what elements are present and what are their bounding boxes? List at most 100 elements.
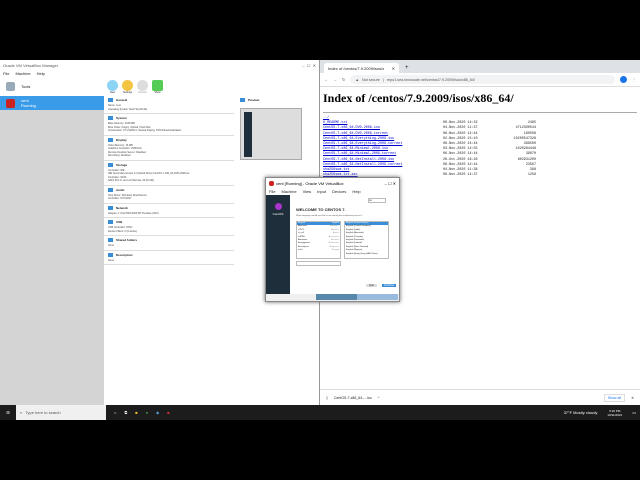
section-icon — [108, 116, 113, 120]
vm-taskbar-icon[interactable]: ■ — [167, 410, 169, 415]
menu-machine[interactable]: Machine — [15, 71, 30, 76]
section-icon — [108, 205, 113, 210]
not-secure-label[interactable]: Not secure — [362, 78, 380, 82]
section-title[interactable]: System — [108, 116, 230, 120]
vm-menu-item[interactable]: Help — [352, 189, 360, 194]
section-title[interactable]: Network — [108, 205, 230, 210]
menu-icon[interactable]: ⋮ — [632, 77, 636, 82]
back-icon[interactable]: ← — [324, 77, 328, 82]
show-all-button[interactable]: Show all — [603, 393, 626, 402]
new-tab-icon[interactable]: + — [405, 65, 409, 71]
vm-menu-item[interactable]: Devices — [332, 189, 346, 194]
title-bar: Oracle VM VirtualBox Manager – ☐ ✕ — [0, 60, 319, 70]
detail-line: None — [108, 258, 114, 262]
details-section: System Base Memory: 2048 MB Boot Order: Fl… — [104, 114, 234, 136]
window-title: Oracle VM VirtualBox Manager — [3, 62, 59, 68]
vm-screen[interactable]: CentOS us WELCOME TO CENTOS 7. What lang… — [266, 195, 399, 294]
section-title[interactable]: Storage — [108, 162, 230, 167]
tools-label: Tools — [21, 84, 31, 89]
locale-list[interactable]: English (United States) English (United K… — [344, 221, 389, 259]
language-question: What language would you like to use duri… — [296, 215, 363, 217]
cortana-icon[interactable]: ○ — [114, 410, 116, 415]
vm-menu-bar: File Machine View Input Devices Help — [266, 188, 399, 195]
menu-file[interactable]: File — [3, 71, 9, 76]
vm-window: cent [Running] - Oracle VM VirtualBox – ☐… — [265, 177, 400, 302]
tools-icon — [6, 82, 15, 91]
section-icon — [108, 187, 113, 192]
close-icon[interactable]: ✕ — [631, 396, 634, 400]
language-search-input[interactable] — [296, 261, 341, 266]
tools-item[interactable]: Tools — [0, 77, 104, 96]
discard-button[interactable]: Discard — [137, 79, 148, 94]
close-tab-icon[interactable]: ✕ — [392, 66, 395, 71]
vm-item-cent[interactable]: cent Running — [0, 96, 104, 110]
clock[interactable]: 5:32 PM 10/11/2021 — [607, 409, 622, 417]
settings-button[interactable]: Settings — [122, 79, 133, 94]
window-controls[interactable]: – ☐ ✕ — [302, 63, 316, 68]
detail-line: None — [108, 244, 114, 247]
section-title[interactable]: Description — [108, 252, 230, 257]
section-title-text: Description — [116, 252, 133, 257]
vm-list: Tools cent Running — [0, 77, 104, 405]
language-english: Bengali — [331, 249, 339, 252]
section-title[interactable]: General — [108, 98, 230, 102]
page-content: Index of /centos/7.9.2009/isos/x86_64/ .… — [320, 87, 640, 182]
language-list[interactable]: English English Afrikaans Afrikaans አማርኛ Amha… — [296, 221, 341, 259]
address-bar[interactable]: ▲ Not secure | repo1.sea.innoscale.net/cent… — [350, 75, 615, 84]
preview-pane: Preview — [236, 96, 320, 171]
section-title[interactable]: Audio — [108, 187, 230, 192]
start-button[interactable]: ⊞ — [0, 410, 16, 415]
detail-line: Operating System: Red Hat (64-bit) — [108, 107, 148, 111]
reload-icon[interactable]: ↻ — [342, 77, 345, 82]
vm-menu-item[interactable]: Input — [317, 189, 326, 194]
centos-logo-icon — [274, 203, 282, 210]
section-title-text: Audio — [116, 187, 125, 192]
detail-line: Recording: Disabled — [108, 154, 131, 157]
menu-help[interactable]: Help — [37, 71, 45, 76]
preview-title: Preview — [248, 98, 260, 102]
details-section: Shared folders None — [104, 236, 234, 251]
section-title-text: USB — [116, 220, 123, 224]
details-section: Network Adapter 1: Intel PRO/1000 MT Desk… — [104, 204, 234, 218]
continue-button[interactable]: Continue — [382, 284, 397, 287]
window-controls[interactable]: – ☐ ✕ — [385, 181, 396, 186]
menu-bar: File Machine Help — [0, 70, 319, 77]
new-button[interactable]: New — [107, 79, 118, 94]
profile-avatar[interactable] — [620, 76, 627, 83]
virtualbox-taskbar-icon[interactable]: ◆ — [156, 410, 159, 415]
quit-button[interactable]: Quit — [366, 284, 377, 287]
vm-status-bar-icons[interactable] — [316, 294, 398, 300]
section-title[interactable]: Display — [108, 137, 230, 142]
task-view-icon[interactable]: ⧉ — [124, 410, 127, 415]
search-icon: ⌕ — [20, 410, 23, 415]
show-button[interactable]: Show — [152, 79, 163, 94]
vm-menu-item[interactable]: File — [269, 189, 275, 194]
taskbar-search[interactable]: ⌕ Type here to search — [16, 405, 106, 420]
section-title-text: Shared folders — [116, 238, 138, 242]
chrome-taskbar-icon[interactable]: ● — [146, 410, 148, 415]
tab-strip: Index of /centos/7.9.2009/isos/x ✕ + — [320, 60, 640, 73]
vm-menu-item[interactable]: Machine — [281, 189, 296, 194]
section-title[interactable]: Shared folders — [108, 238, 230, 242]
file-date: 06-Nov-2020 14:37 — [443, 173, 478, 178]
detail-line: SATA Port 0: cent.vdi (Normal, 20.00 GB) — [108, 179, 154, 182]
section-title-text: Network — [116, 205, 128, 210]
download-item[interactable]: CentOS-7-x86_64-....iso — [334, 396, 372, 400]
welcome-heading: WELCOME TO CENTOS 7. — [296, 207, 346, 212]
language-option[interactable]: বাংলা Bengali — [297, 249, 340, 252]
details-pane: General Name: cent Operating System: Red H… — [104, 96, 234, 405]
browser-tab[interactable]: Index of /centos/7.9.2009/isos/x ✕ — [324, 63, 399, 73]
vm-menu-item[interactable]: View — [303, 189, 312, 194]
notification-icon[interactable]: ▭ — [632, 410, 636, 415]
file-explorer-icon[interactable]: ■ — [135, 410, 137, 415]
forward-icon[interactable]: → — [333, 77, 337, 82]
detail-line: Adapter 1: Intel PRO/1000 MT Desktop (NA… — [108, 211, 159, 215]
chevron-up-icon[interactable]: ^ — [378, 396, 380, 400]
vm-window-title: cent [Running] - Oracle VM VirtualBox — [276, 180, 344, 186]
section-title[interactable]: USB — [108, 220, 230, 224]
locale-option[interactable]: English (Hong Kong SAR China) — [345, 253, 388, 256]
language-native: বাংলা — [298, 249, 304, 252]
weather-widget[interactable]: 37°F Mostly cloudy — [564, 410, 598, 415]
keyboard-layout[interactable]: us — [368, 198, 386, 203]
details-section: General Name: cent Operating System: Red H… — [104, 96, 234, 114]
